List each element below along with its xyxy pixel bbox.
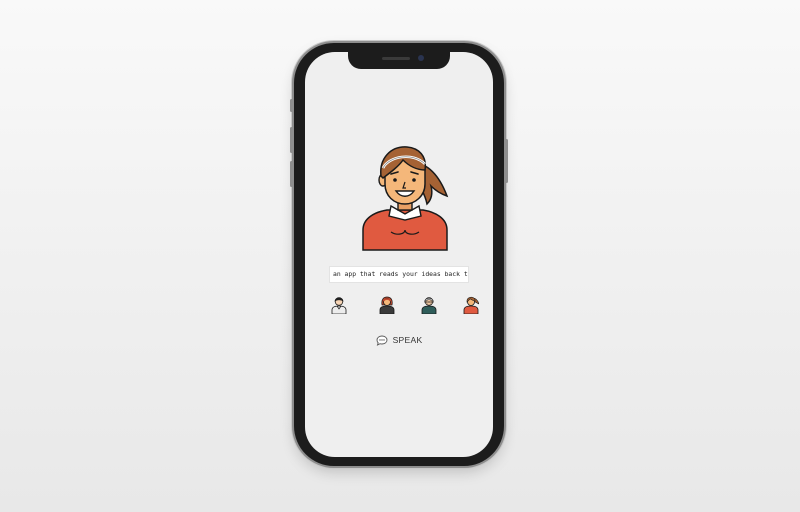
- front-camera: [418, 55, 424, 61]
- speak-label: SPEAK: [392, 335, 423, 345]
- man-avatar-icon[interactable]: [331, 295, 347, 314]
- power-button: [505, 139, 508, 183]
- prompt-input[interactable]: an app that reads your ideas back to…: [329, 266, 469, 283]
- woman-red-hair-avatar-icon[interactable]: [379, 295, 395, 314]
- voice-selector: [323, 295, 479, 315]
- app-screen: an app that reads your ideas back to… SP…: [305, 52, 493, 457]
- elderly-man-avatar-icon[interactable]: [421, 295, 437, 314]
- volume-down-button: [290, 161, 293, 187]
- speak-button[interactable]: SPEAK: [367, 332, 431, 348]
- volume-up-button: [290, 127, 293, 153]
- speech-bubble-icon: [376, 335, 388, 346]
- silent-switch: [290, 99, 293, 112]
- phone-frame: an app that reads your ideas back to… SP…: [290, 43, 508, 466]
- earpiece-speaker: [382, 57, 410, 60]
- woman-ponytail-avatar-icon[interactable]: [463, 295, 479, 314]
- notch: [348, 52, 450, 69]
- woman-ponytail-avatar-icon: [362, 146, 449, 251]
